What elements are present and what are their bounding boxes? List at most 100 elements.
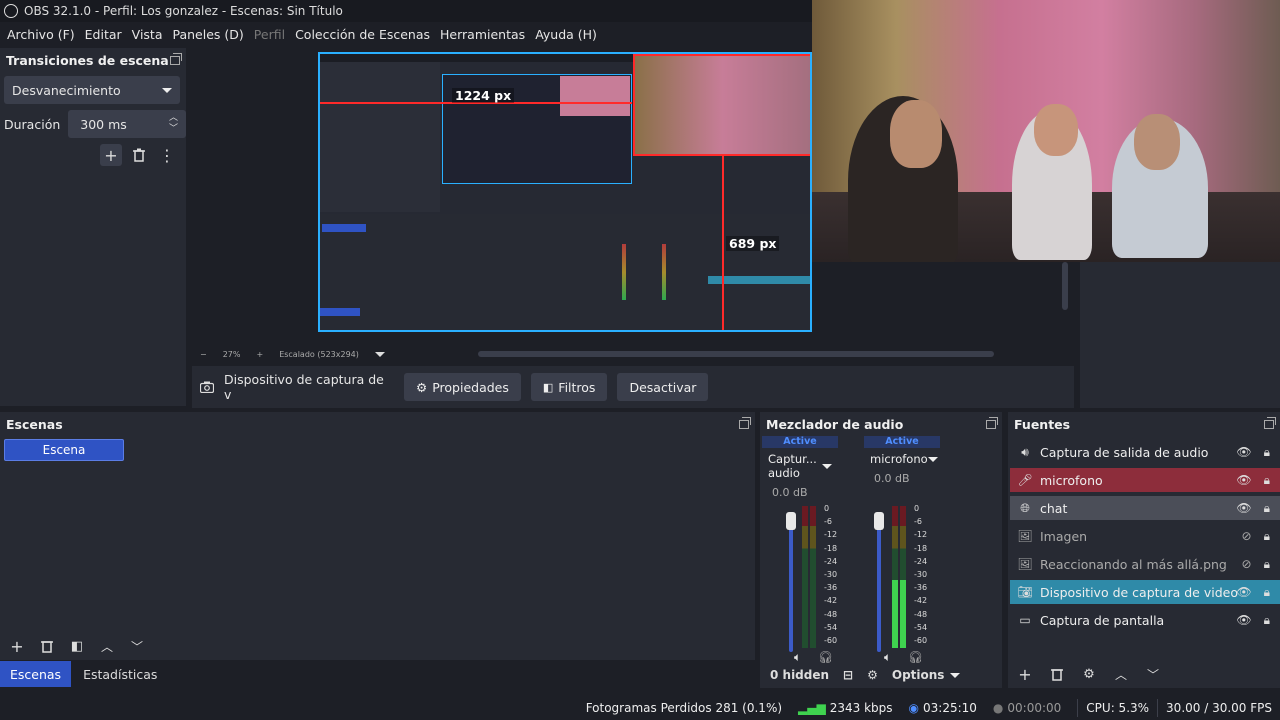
deactivate-button[interactable]: Desactivar [617,373,709,401]
source-properties-button[interactable]: ⚙ [1078,663,1100,685]
db-scale: 0 -6 -12 -18 -24 -30 -36 -42 -48 -54 -60 [824,504,838,646]
lock-icon[interactable]: 🔒︎ [1264,585,1270,600]
channel-name-dropdown[interactable]: microfono [864,448,940,466]
scenes-toolbar: + ◧ ︿ ﹀ [0,632,148,660]
mixer-options-button[interactable]: Options [892,668,961,682]
menu-herramientas[interactable]: Herramientas [437,27,532,42]
menu-ayuda[interactable]: Ayuda (H) [532,27,604,42]
menu-archivo[interactable]: Archivo (F) [4,27,82,42]
tab-escenas[interactable]: Escenas [0,661,72,687]
advanced-audio-icon[interactable]: ⚙ [867,668,878,682]
horizontal-scrollbar[interactable] [478,351,994,357]
zoom-level: 27% [222,349,241,359]
monitor-icon: ▭ [1019,613,1031,627]
eye-icon[interactable]: 👁︎ [1236,445,1251,459]
db-scale: 0 -6 -12 -18 -24 -30 -36 -42 -48 -54 -60 [914,504,928,646]
preview-canvas[interactable]: 1224 px 689 px [318,52,812,332]
level-meter [802,506,808,648]
eye-icon[interactable]: 👁︎ [1236,473,1251,487]
volume-fader-knob[interactable] [874,512,884,530]
lock-icon[interactable]: 🔒︎ [1264,501,1270,516]
menu-paneles[interactable]: Paneles (D) [170,27,251,42]
remove-source-button[interactable] [1046,663,1068,685]
spin-down-icon[interactable]: ﹀ [169,125,178,134]
move-down-button[interactable]: ﹀ [126,635,148,657]
lock-icon[interactable]: 🔒︎ [1264,445,1270,460]
menu-perfil[interactable]: Perfil [251,27,292,42]
channel-name-dropdown[interactable]: Captur... audio [762,448,838,480]
source-item[interactable]: 🎤︎ microfono 👁︎ 🔒︎ [1010,468,1280,492]
move-down-button[interactable]: ﹀ [1142,663,1164,685]
audio-mixer-dock: Mezclador de audio Active Captur... audi… [760,412,1002,688]
source-item[interactable]: 🖼︎ Imagen ⊘ 🔒︎ [1010,524,1280,548]
filters-button[interactable]: ◧ Filtros [530,373,608,401]
spin-up-icon[interactable]: ︿ [169,114,178,123]
source-item[interactable]: 📷︎ Dispositivo de captura de video 👁︎ 🔒︎ [1010,580,1280,604]
layout-toggle-icon[interactable]: ⊟ [843,668,853,682]
menu-editar[interactable]: Editar [82,27,129,42]
channel-name: Captur... audio [768,452,817,480]
remove-transition-button[interactable] [128,144,150,166]
eye-icon[interactable]: 👁︎ [1236,585,1251,599]
volume-fader-track[interactable] [789,512,793,652]
source-item[interactable]: ▭ Captura de pantalla 👁︎ 🔒︎ [1010,608,1280,632]
add-transition-button[interactable]: + [100,144,122,166]
stream-time-value: 03:25:10 [923,701,977,715]
remove-scene-button[interactable] [36,635,58,657]
tab-estadisticas[interactable]: Estadísticas [73,661,167,687]
eye-slash-icon[interactable]: ⊘ [1242,557,1252,571]
move-up-button[interactable]: ︿ [96,635,118,657]
undock-icon[interactable] [170,52,182,65]
properties-button[interactable]: ⚙ Propiedades [404,373,521,401]
fps-readout: 30.00 / 30.00 FPS [1166,701,1272,715]
menu-coleccion-escenas[interactable]: Colección de Escenas [292,27,437,42]
cpu-usage: CPU: 5.3% [1086,701,1150,715]
duration-spinbox[interactable]: 300 ms ︿ ﹀ [68,110,186,138]
scene-filters-button[interactable]: ◧ [66,635,88,657]
mixer-channel: Active Captur... audio 0.0 dB 0 -6 -12 -18-… [762,436,838,664]
eye-icon[interactable]: 👁︎ [1236,613,1251,627]
transition-select[interactable]: Desvanecimiento [4,76,180,104]
mixer-channel: Active microfono 0.0 dB 0 -6 -12 -18 -24 -30-… [864,436,940,664]
vertical-scrollbar[interactable] [1062,262,1068,310]
eye-icon[interactable]: 👁︎ [1236,501,1251,515]
lock-icon[interactable]: 🔒︎ [1264,473,1270,488]
active-badge: Active [864,436,940,448]
menu-vista[interactable]: Vista [129,27,170,42]
level-meter [900,506,906,648]
undock-icon[interactable] [1264,416,1276,429]
chevron-down-icon [822,463,832,469]
hidden-count[interactable]: 0 hidden [770,668,829,682]
bitrate: ▂▄▆ 2343 kbps [798,701,892,715]
transition-menu-button[interactable]: ⋮ [156,144,178,166]
undock-icon[interactable] [986,416,998,429]
sources-dock: Fuentes 🔊︎ Captura de salida de audio 👁︎… [1008,412,1280,688]
lock-icon[interactable]: 🔒︎ [1264,613,1270,628]
source-item[interactable]: 🌐︎ chat 👁︎ 🔒︎ [1010,496,1280,520]
lock-icon[interactable]: 🔒︎ [1264,529,1270,544]
undock-icon[interactable] [739,416,751,429]
source-item[interactable]: 🔊︎ Captura de salida de audio 👁︎ 🔒︎ [1010,440,1280,464]
chevron-down-icon [927,456,938,462]
sources-title: Fuentes [1014,416,1071,432]
lock-icon[interactable]: 🔒︎ [1264,557,1270,572]
trash-icon [41,641,53,653]
volume-fader-knob[interactable] [786,512,796,530]
scene-item[interactable]: Escena [4,439,124,461]
source-item[interactable]: 🖼︎ Reaccionando al más allá.png ⊘ 🔒︎ [1010,552,1280,576]
volume-fader-track[interactable] [877,512,881,652]
window-title: OBS 32.1.0 - Perfil: Los gonzalez - Esce… [24,4,343,18]
deactivate-label: Desactivar [629,379,697,395]
channel-volume-db: 0.0 dB [874,472,910,485]
scenes-title: Escenas [6,416,63,432]
zoom-in-button[interactable]: + [256,350,263,359]
add-source-button[interactable]: + [1014,663,1036,685]
add-scene-button[interactable]: + [6,635,28,657]
zoom-out-button[interactable]: − [200,350,207,359]
move-up-button[interactable]: ︿ [1110,663,1132,685]
height-guide-label: 689 px [726,236,780,251]
channel-volume-db: 0.0 dB [772,486,808,499]
eye-slash-icon[interactable]: ⊘ [1242,529,1252,543]
mixer-title: Mezclador de audio [766,416,904,432]
chevron-down-icon[interactable] [374,351,385,357]
